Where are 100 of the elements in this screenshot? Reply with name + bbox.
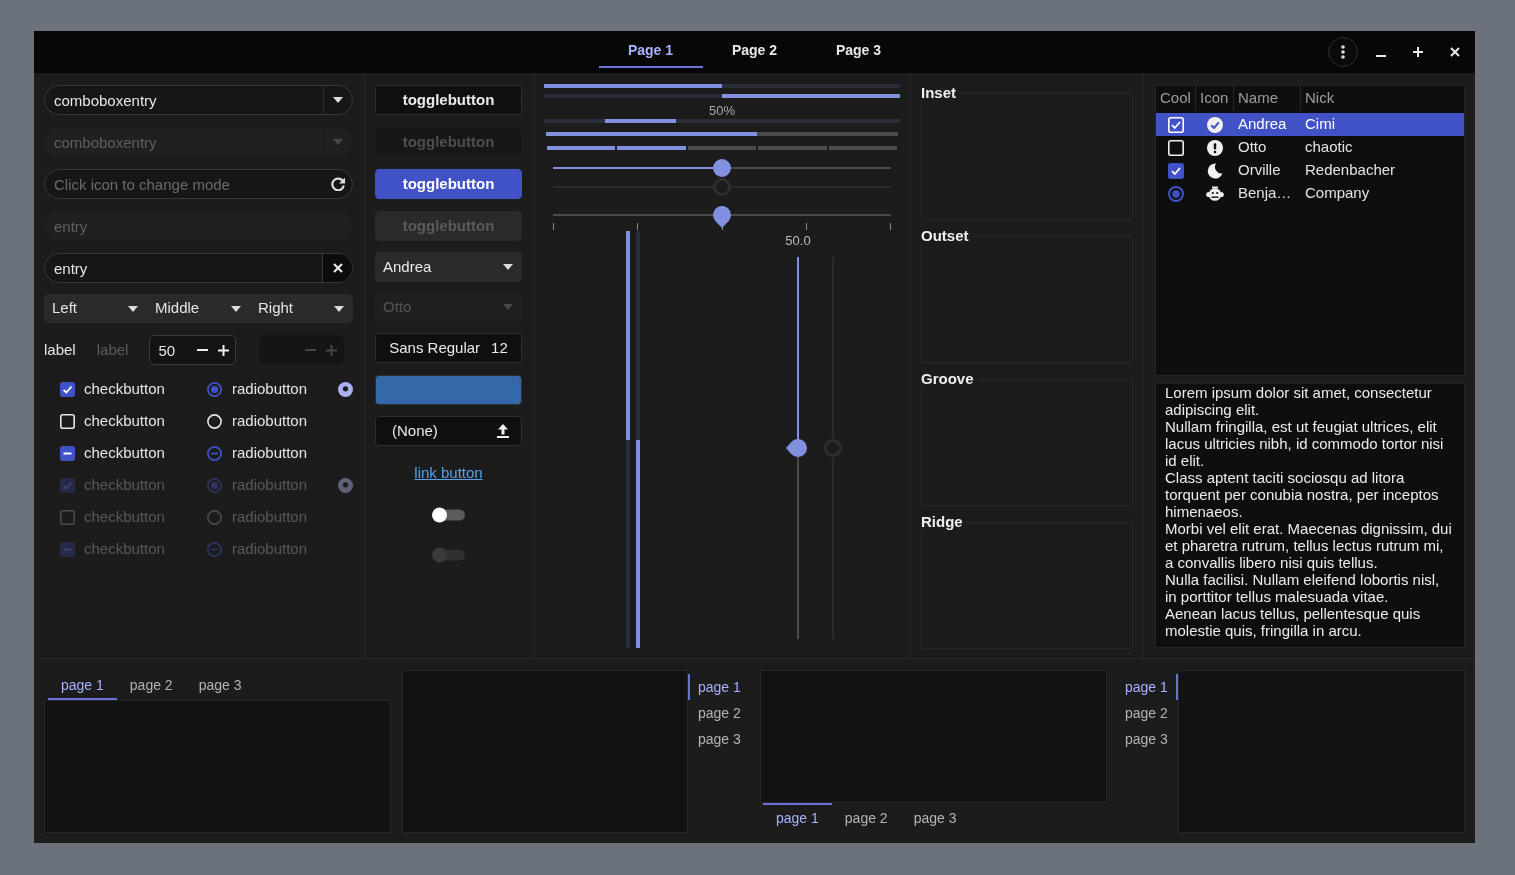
minimize-icon bbox=[1376, 55, 1386, 57]
combo-box[interactable]: Left bbox=[44, 294, 147, 323]
radio-label[interactable]: radiobutton bbox=[232, 409, 308, 433]
caret-icon bbox=[231, 305, 241, 312]
radio-button[interactable] bbox=[207, 445, 222, 461]
font-button[interactable]: Sans Regular 12 bbox=[375, 333, 522, 363]
scale-mark bbox=[553, 223, 554, 230]
switch[interactable] bbox=[432, 507, 465, 523]
notebook-tab[interactable]: page 1 bbox=[688, 674, 749, 700]
notebook-tab[interactable]: page 2 bbox=[688, 700, 749, 726]
toggle-button[interactable]: togglebutton bbox=[375, 85, 522, 115]
refresh-icon[interactable] bbox=[331, 177, 345, 191]
tree-row[interactable]: Otto chaotic bbox=[1156, 136, 1464, 159]
frame-title: Outset bbox=[921, 228, 973, 244]
slider[interactable] bbox=[553, 178, 891, 196]
tree-row[interactable]: Orville Redenbacher bbox=[1156, 159, 1464, 182]
upload-icon bbox=[497, 424, 509, 438]
slider[interactable] bbox=[553, 159, 891, 177]
notebook-tab[interactable]: page 3 bbox=[900, 803, 970, 831]
combo-box[interactable]: Right bbox=[250, 294, 353, 323]
combo-box[interactable]: Middle bbox=[147, 294, 250, 323]
checkbox-label[interactable]: checkbutton bbox=[84, 441, 165, 465]
slider-thumb[interactable] bbox=[786, 439, 810, 457]
crescent-moon-icon bbox=[1207, 162, 1223, 179]
notebook-tab[interactable]: page 2 bbox=[116, 672, 186, 700]
radio-label[interactable]: radiobutton bbox=[232, 377, 308, 401]
toggle-button[interactable]: togglebutton bbox=[375, 169, 522, 199]
header-tab[interactable]: Page 2 bbox=[702, 31, 807, 68]
slider-thumb[interactable] bbox=[713, 159, 731, 177]
text-paragraph: Lorem ipsum dolor sit amet, consectetur adipiscing elit. bbox=[1165, 384, 1433, 418]
link-button[interactable]: link button bbox=[414, 463, 483, 483]
clear-icon bbox=[332, 263, 343, 273]
nick-text: Cimi bbox=[1304, 114, 1336, 135]
notebook-tab[interactable]: page 3 bbox=[1118, 726, 1178, 752]
check-circle-icon bbox=[1207, 116, 1223, 133]
label-text: label bbox=[96, 339, 129, 360]
radio-button[interactable] bbox=[338, 381, 353, 397]
text-entry[interactable]: entry bbox=[44, 253, 353, 283]
radio-label[interactable]: radiobutton bbox=[232, 441, 308, 465]
nick-text: chaotic bbox=[1304, 137, 1354, 158]
name-text: Otto bbox=[1237, 137, 1268, 158]
radio-button[interactable] bbox=[1168, 185, 1184, 202]
radio-button[interactable] bbox=[207, 381, 222, 397]
text-paragraph: Aenean lacus tellus, pellentesque quis molestie quis, fringilla in arcu. bbox=[1165, 605, 1422, 639]
text-paragraph: Class aptent taciti sociosqu ad litora torquent per conubia nostra, per inceptos himenaeos. bbox=[1165, 469, 1440, 520]
color-button[interactable] bbox=[375, 375, 522, 405]
caret-icon bbox=[333, 97, 343, 103]
checkbox[interactable] bbox=[60, 445, 75, 461]
close-icon bbox=[1450, 47, 1460, 57]
scale-mark bbox=[890, 223, 891, 230]
frame-title: Groove bbox=[921, 371, 978, 387]
caret-icon bbox=[503, 264, 513, 270]
notebook-tab[interactable]: page 2 bbox=[831, 803, 901, 831]
text-entry[interactable]: Click icon to change mode bbox=[44, 169, 353, 199]
name-text: Orville bbox=[1237, 160, 1282, 181]
plus-icon[interactable] bbox=[218, 344, 230, 356]
checkbox[interactable] bbox=[60, 381, 75, 397]
column-header[interactable]: Cool bbox=[1156, 86, 1196, 111]
three-dots-icon bbox=[1341, 45, 1345, 59]
clear-button[interactable] bbox=[322, 254, 352, 282]
tree-row[interactable]: Benja… Company bbox=[1156, 182, 1464, 205]
name-text: Andrea bbox=[1237, 114, 1288, 135]
header-tab[interactable]: Page 1 bbox=[598, 31, 703, 68]
checkbox-label[interactable]: checkbutton bbox=[84, 377, 165, 401]
caret-icon bbox=[128, 305, 138, 312]
label-text: label bbox=[44, 339, 76, 360]
face-icon bbox=[1206, 185, 1224, 202]
spin-button[interactable]: 50 bbox=[149, 335, 237, 365]
frame-title: Inset bbox=[921, 85, 960, 101]
caret-icon bbox=[334, 305, 344, 312]
name-text: Benja… bbox=[1237, 183, 1293, 204]
notebook-tab[interactable]: page 2 bbox=[1118, 700, 1178, 726]
scale-value: 50.0 bbox=[785, 234, 811, 248]
progress-text: 50% bbox=[709, 104, 735, 118]
maximize-icon bbox=[1413, 47, 1423, 57]
column-header[interactable]: Name bbox=[1234, 86, 1301, 111]
tree-row[interactable]: Andrea Cimi bbox=[1156, 113, 1464, 136]
caret-icon bbox=[503, 304, 513, 310]
scale-mark bbox=[637, 223, 639, 230]
caret-icon bbox=[333, 139, 343, 145]
combo-box[interactable]: Andrea bbox=[375, 252, 522, 282]
slider-thumb[interactable] bbox=[713, 206, 731, 228]
minus-icon[interactable] bbox=[197, 349, 209, 351]
notebook-tab[interactable]: page 3 bbox=[185, 672, 255, 700]
combo-box-entry[interactable]: comboboxentry bbox=[44, 85, 353, 115]
checkbox[interactable] bbox=[1168, 162, 1184, 179]
file-chooser-button[interactable]: (None) bbox=[375, 416, 522, 446]
notebook-tab[interactable]: page 3 bbox=[688, 726, 749, 752]
frame-title: Ridge bbox=[921, 514, 967, 530]
header-tab[interactable]: Page 3 bbox=[806, 31, 911, 68]
column-header[interactable]: Icon bbox=[1196, 86, 1234, 111]
nick-text: Company bbox=[1304, 183, 1371, 204]
slider[interactable] bbox=[553, 206, 891, 230]
column-header[interactable]: Nick bbox=[1301, 86, 1464, 111]
slider[interactable] bbox=[786, 257, 810, 639]
checkbox-label[interactable]: checkbutton bbox=[84, 409, 165, 433]
text-paragraph: Nullam fringilla, est ut feugiat ultrices, elit lacus ultricies nibh, id commodo tortor nisi id elit. bbox=[1165, 418, 1445, 469]
menu-button[interactable] bbox=[1328, 37, 1358, 67]
notebook-tab[interactable]: page 1 bbox=[763, 803, 832, 831]
text-paragraph: Nulla facilisi. Nullam eleifend lobortis nisl, in porttitor tellus malesuada vitae. bbox=[1165, 571, 1441, 605]
